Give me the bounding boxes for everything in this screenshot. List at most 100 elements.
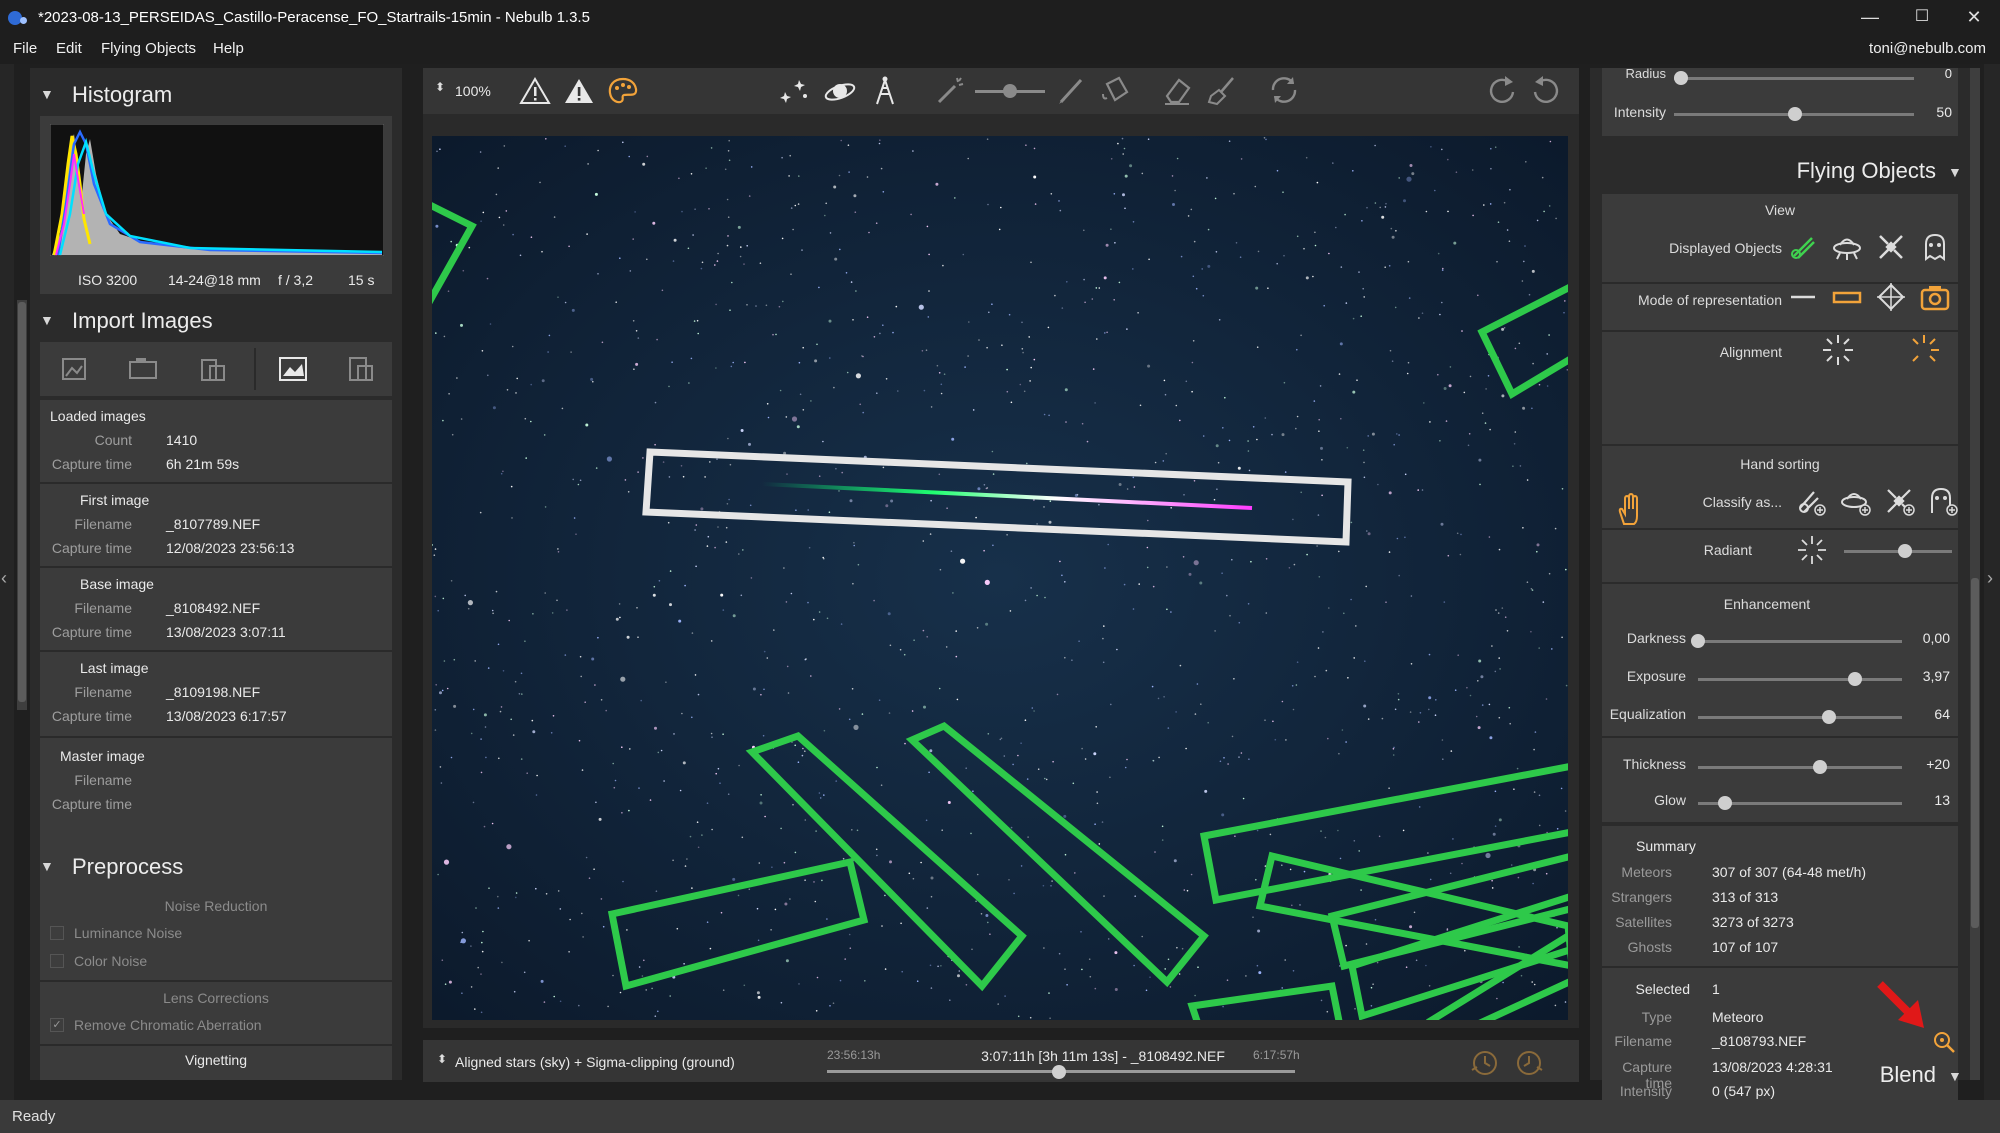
classify-meteor-icon[interactable] (1796, 486, 1828, 516)
startrails-image[interactable] (432, 136, 1568, 1020)
clock-forward-icon[interactable] (1513, 1048, 1545, 1078)
locate-object-icon[interactable] (1932, 1030, 1956, 1054)
stars-icon[interactable] (779, 76, 811, 106)
star (1533, 791, 1536, 793)
box-mode-icon[interactable] (1832, 282, 1862, 312)
preprocess-title[interactable]: Preprocess (72, 854, 183, 880)
warning-filled-icon[interactable] (563, 76, 595, 106)
right-collapse-strip[interactable]: › (1984, 64, 2000, 1100)
redo-icon[interactable] (1485, 74, 1519, 106)
star (1352, 317, 1355, 320)
equalization-slider-knob[interactable] (1821, 710, 1836, 724)
mode-stepper-icon[interactable]: ⬍ (437, 1052, 447, 1066)
star (1484, 422, 1487, 424)
user-email[interactable]: toni@nebulb.com (1869, 40, 1986, 57)
import-master-icon[interactable] (278, 354, 308, 384)
planet-icon[interactable] (823, 76, 857, 106)
refresh-icon[interactable] (1267, 74, 1301, 106)
collapse-triangle-icon[interactable]: ▼ (40, 312, 54, 328)
import-darks-icon[interactable] (128, 354, 158, 384)
chevron-right-icon[interactable]: › (1987, 568, 1993, 589)
collapse-triangle-icon[interactable]: ▼ (1948, 1068, 1962, 1084)
import-lights-icon[interactable] (60, 354, 90, 384)
collapse-triangle-icon[interactable]: ▼ (40, 858, 54, 874)
close-button[interactable]: ✕ (1948, 0, 2000, 36)
right-scrollbar-thumb[interactable] (1971, 578, 1979, 928)
glow-slider-knob[interactable] (1717, 796, 1732, 810)
thickness-slider-track[interactable] (1698, 766, 1902, 769)
import-title[interactable]: Import Images (72, 308, 213, 334)
left-collapse-strip[interactable]: ‹ (0, 64, 14, 1100)
menu-edit[interactable]: Edit (56, 40, 82, 57)
right-scrollbar[interactable] (1970, 68, 1980, 1080)
thickness-slider-knob[interactable] (1813, 760, 1828, 774)
meteor-filter-icon[interactable] (1788, 232, 1818, 262)
menu-file[interactable]: File (13, 40, 37, 57)
luminance-checkbox[interactable] (50, 926, 64, 940)
left-scrollbar[interactable] (17, 300, 27, 710)
ghost-filter-icon[interactable] (1920, 232, 1950, 262)
darkness-slider-knob[interactable] (1691, 634, 1705, 648)
star (467, 600, 473, 606)
bucket-icon[interactable] (1099, 74, 1131, 106)
vignetting-title[interactable]: Vignetting (40, 1052, 392, 1068)
exposure-slider-knob[interactable] (1848, 672, 1863, 686)
stacking-mode[interactable]: Aligned stars (sky) + Sigma-clipping (gr… (455, 1054, 735, 1070)
radiant-icon[interactable] (1796, 534, 1828, 566)
zoom-level[interactable]: 100% (455, 83, 491, 99)
radiant-align-icon[interactable] (1820, 332, 1856, 368)
star (1054, 294, 1056, 297)
line-mode-icon[interactable] (1788, 282, 1818, 312)
broom-icon[interactable] (1205, 74, 1237, 106)
intensity-slider-knob[interactable] (1788, 107, 1802, 121)
brush-icon[interactable] (1055, 74, 1087, 106)
radiant-align-active-icon[interactable] (1906, 332, 1942, 368)
equalization-slider-track[interactable] (1698, 716, 1902, 719)
classify-satellite-icon[interactable] (1884, 486, 1916, 516)
timeline-knob[interactable] (1051, 1065, 1066, 1079)
histogram-title[interactable]: Histogram (72, 82, 172, 108)
classify-ufo-icon[interactable] (1840, 486, 1872, 516)
camera-mode-icon[interactable] (1920, 282, 1950, 312)
radius-slider-knob[interactable] (1674, 71, 1688, 85)
antenna-tower-icon[interactable] (869, 74, 901, 106)
ufo-filter-icon[interactable] (1832, 232, 1862, 262)
left-scrollbar-thumb[interactable] (18, 302, 26, 702)
star (1478, 458, 1482, 462)
star (928, 253, 930, 256)
star (828, 511, 831, 513)
star (661, 289, 664, 292)
import-flats-icon[interactable] (198, 354, 228, 384)
star (557, 890, 560, 892)
chevron-left-icon[interactable]: ‹ (1, 568, 7, 589)
exposure-slider-track[interactable] (1698, 678, 1902, 681)
palette-icon[interactable] (607, 76, 639, 106)
maximize-button[interactable]: ☐ (1896, 0, 1948, 36)
clock-back-icon[interactable] (1469, 1048, 1501, 1078)
zoom-stepper-icon[interactable]: ⬍ (435, 80, 445, 94)
satellite-filter-icon[interactable] (1876, 232, 1906, 262)
menu-flying-objects[interactable]: Flying Objects (101, 40, 196, 57)
magic-wand-icon[interactable] (935, 74, 967, 106)
import-paste-icon[interactable] (346, 354, 376, 384)
blend-title[interactable]: Blend (1590, 1062, 1936, 1088)
star (757, 939, 760, 942)
image-canvas[interactable] (432, 136, 1568, 1020)
minimize-button[interactable]: — (1844, 0, 1896, 36)
classify-ghost-icon[interactable] (1928, 486, 1960, 516)
flying-objects-title[interactable]: Flying Objects (1590, 158, 1936, 184)
color-noise-checkbox[interactable] (50, 954, 64, 968)
radius-slider-track[interactable] (1674, 77, 1914, 80)
collapse-triangle-icon[interactable]: ▼ (1948, 164, 1962, 180)
eraser-icon[interactable] (1161, 74, 1193, 106)
collapse-triangle-icon[interactable]: ▼ (40, 86, 54, 102)
menu-help[interactable]: Help (213, 40, 244, 57)
undo-icon[interactable] (1529, 74, 1563, 106)
brush-size-knob[interactable] (1003, 84, 1017, 98)
target-mode-icon[interactable] (1876, 282, 1906, 312)
chromatic-checkbox[interactable]: ✓ (50, 1018, 64, 1032)
warning-outline-icon[interactable] (519, 76, 551, 106)
darkness-slider-track[interactable] (1698, 640, 1902, 643)
radiant-slider-knob[interactable] (1898, 544, 1912, 558)
star (691, 716, 693, 719)
